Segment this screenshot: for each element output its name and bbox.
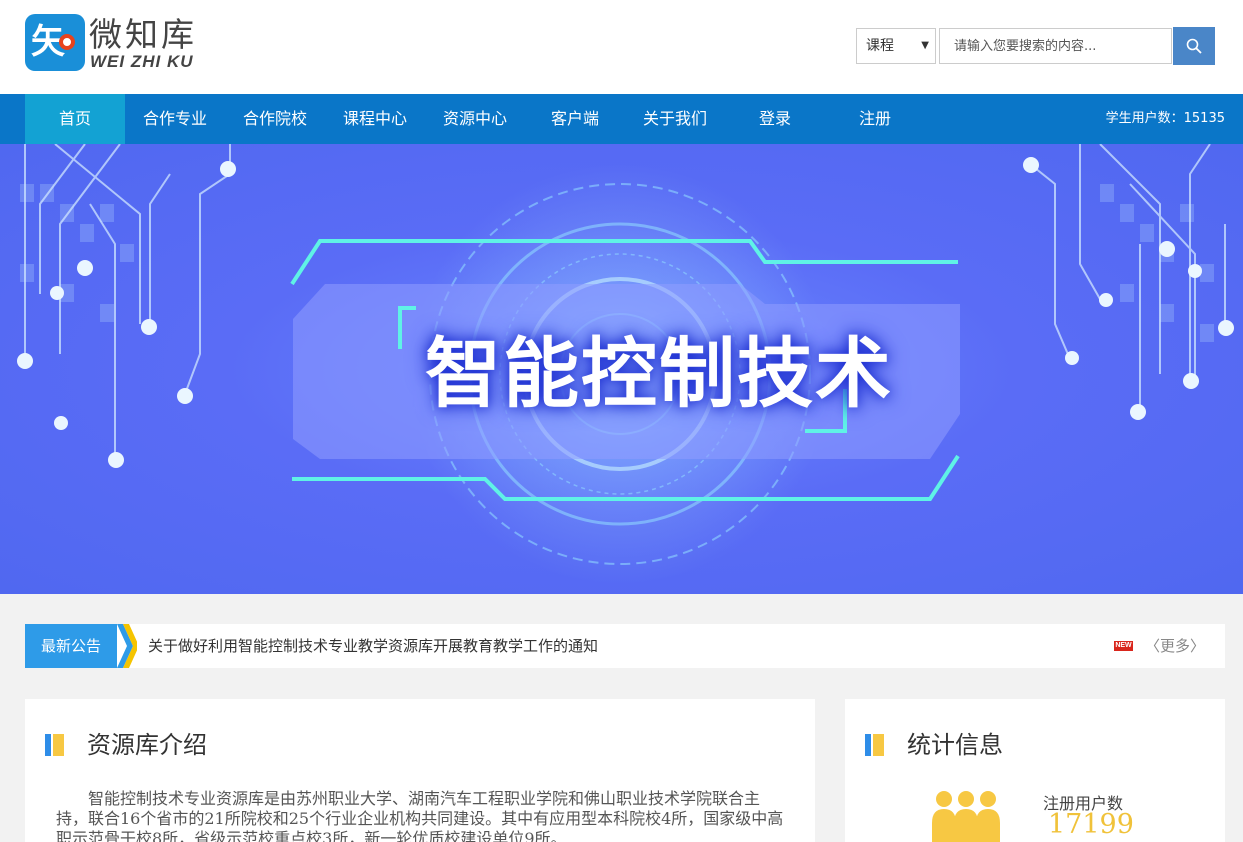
search-icon bbox=[1186, 38, 1202, 54]
intro-title: 资源库介绍 bbox=[87, 731, 207, 759]
search-button[interactable] bbox=[1173, 27, 1215, 65]
statistics-card: 统计信息 注册用户数 17199 bbox=[845, 699, 1225, 842]
nav-item-about[interactable]: 关于我们 bbox=[625, 94, 725, 144]
site-header: 矢 微知库 WEI ZHI KU 课程 ▼ bbox=[0, 0, 1243, 94]
search-category-value: 课程 bbox=[866, 38, 894, 54]
search-category-select[interactable]: 课程 ▼ bbox=[856, 28, 936, 64]
intro-body: 智能控制技术专业资源库是由苏州职业大学、湖南汽车工程职业学院和佛山职业技术学院联… bbox=[56, 789, 784, 842]
nav-item-partner-majors[interactable]: 合作专业 bbox=[125, 94, 225, 144]
nav-item-course-center[interactable]: 课程中心 bbox=[325, 94, 425, 144]
student-user-count: 学生用户数：15135 bbox=[1105, 111, 1225, 126]
nav-item-partner-schools[interactable]: 合作院校 bbox=[225, 94, 325, 144]
section-marker-icon bbox=[45, 734, 64, 756]
banner-title: 智能控制技术 bbox=[425, 329, 893, 418]
registered-users-value: 17199 bbox=[1048, 809, 1134, 840]
chevron-down-icon: ▼ bbox=[921, 40, 929, 51]
nav-item-home[interactable]: 首页 bbox=[25, 94, 125, 144]
main-nav: 首页 合作专业 合作院校 课程中心 资源中心 客户端 关于我们 登录 注册 学生… bbox=[0, 94, 1243, 144]
resource-intro-card: 资源库介绍 智能控制技术专业资源库是由苏州职业大学、湖南汽车工程职业学院和佛山职… bbox=[25, 699, 815, 842]
notice-link[interactable]: 关于做好利用智能控制技术专业教学资源库开展教育教学工作的通知 bbox=[148, 624, 598, 668]
logo-english-text: WEI ZHI KU bbox=[90, 52, 194, 71]
nav-item-register[interactable]: 注册 bbox=[825, 94, 925, 144]
site-logo[interactable]: 矢 微知库 WEI ZHI KU bbox=[25, 14, 225, 72]
nav-item-client[interactable]: 客户端 bbox=[525, 94, 625, 144]
search-input[interactable] bbox=[939, 28, 1172, 64]
notice-bar: 最新公告 关于做好利用智能控制技术专业教学资源库开展教育教学工作的通知 NEW … bbox=[25, 624, 1225, 668]
stats-title: 统计信息 bbox=[907, 731, 1003, 759]
notice-more-link[interactable]: 〈更多〉 bbox=[1145, 624, 1205, 668]
notice-arrow-icon bbox=[117, 624, 137, 668]
new-badge-icon: NEW bbox=[1114, 641, 1133, 651]
logo-chinese-text: 微知库 bbox=[89, 15, 197, 54]
hero-banner[interactable]: 智能控制技术 bbox=[0, 144, 1243, 594]
notice-label: 最新公告 bbox=[25, 624, 117, 668]
section-marker-icon bbox=[865, 734, 884, 756]
logo-dot-icon bbox=[59, 34, 75, 50]
nav-item-resource-center[interactable]: 资源中心 bbox=[425, 94, 525, 144]
logo-icon: 矢 bbox=[25, 14, 85, 71]
nav-item-login[interactable]: 登录 bbox=[725, 94, 825, 144]
users-icon bbox=[932, 791, 1000, 842]
